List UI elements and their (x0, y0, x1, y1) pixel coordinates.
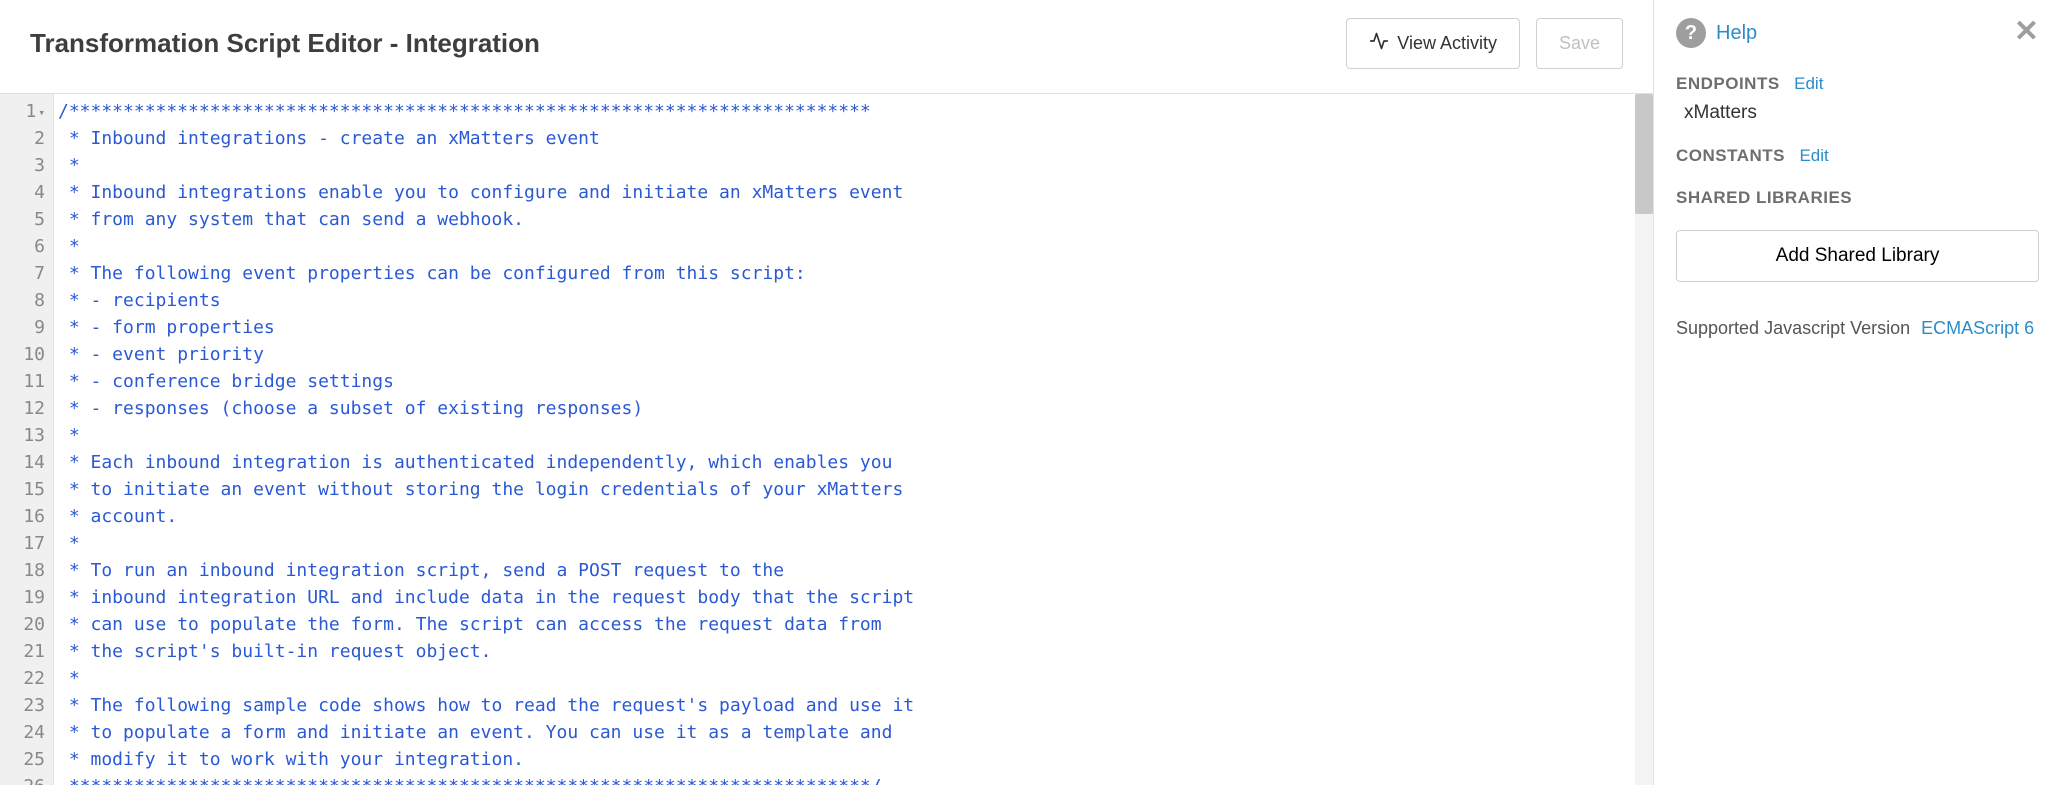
code-line: * to initiate an event without storing t… (58, 476, 1653, 503)
code-line: * Inbound integrations - create an xMatt… (58, 125, 1653, 152)
code-line: * the script's built-in request object. (58, 638, 1653, 665)
js-version-text: Supported Javascript Version (1676, 318, 1910, 338)
line-number: 10 (4, 341, 45, 368)
code-line: * inbound integration URL and include da… (58, 584, 1653, 611)
code-line: * To run an inbound integration script, … (58, 557, 1653, 584)
line-number: 17 (4, 530, 45, 557)
line-number: 11 (4, 368, 45, 395)
code-line: * The following event properties can be … (58, 260, 1653, 287)
js-version-row: Supported Javascript Version ECMAScript … (1676, 318, 2039, 339)
line-number: 24 (4, 719, 45, 746)
activity-icon (1369, 31, 1389, 56)
endpoints-section-header: ENDPOINTS Edit (1676, 74, 2039, 94)
line-number: 2 (4, 125, 45, 152)
code-line: * - form properties (58, 314, 1653, 341)
help-link[interactable]: Help (1716, 22, 1757, 45)
line-number: 20 (4, 611, 45, 638)
code-line: * (58, 530, 1653, 557)
line-number: 21 (4, 638, 45, 665)
code-line: * from any system that can send a webhoo… (58, 206, 1653, 233)
code-line: * - recipients (58, 287, 1653, 314)
line-number: 25 (4, 746, 45, 773)
constants-label: CONSTANTS (1676, 146, 1785, 166)
line-number: 14 (4, 449, 45, 476)
line-number: 18 (4, 557, 45, 584)
code-line: * - event priority (58, 341, 1653, 368)
sidebar: ✕ ? Help ENDPOINTS Edit xMatters CONSTAN… (1654, 0, 2061, 785)
view-activity-label: View Activity (1397, 33, 1497, 54)
code-editor[interactable]: 1234567891011121314151617181920212223242… (0, 94, 1653, 785)
line-number: 3 (4, 152, 45, 179)
line-number: 26 (4, 773, 45, 785)
line-number: 1 (4, 98, 45, 125)
code-line: * (58, 152, 1653, 179)
code-line: ****************************************… (58, 773, 1653, 785)
line-number: 23 (4, 692, 45, 719)
code-line: * (58, 422, 1653, 449)
add-shared-library-button[interactable]: Add Shared Library (1676, 230, 2039, 282)
constants-edit-link[interactable]: Edit (1799, 146, 1828, 165)
shared-libraries-section-header: SHARED LIBRARIES (1676, 188, 2039, 208)
save-button[interactable]: Save (1536, 18, 1623, 69)
line-number: 9 (4, 314, 45, 341)
help-icon: ? (1676, 18, 1706, 48)
code-line: /***************************************… (58, 98, 1653, 125)
header: Transformation Script Editor - Integrati… (0, 0, 1653, 94)
constants-section-header: CONSTANTS Edit (1676, 146, 2039, 166)
save-label: Save (1559, 33, 1600, 54)
endpoints-label: ENDPOINTS (1676, 74, 1780, 94)
scrollbar-track[interactable] (1635, 94, 1653, 785)
app-root: Transformation Script Editor - Integrati… (0, 0, 2061, 785)
line-number: 4 (4, 179, 45, 206)
line-number-gutter: 1234567891011121314151617181920212223242… (0, 94, 54, 785)
main-panel: Transformation Script Editor - Integrati… (0, 0, 1654, 785)
code-content[interactable]: /***************************************… (54, 94, 1653, 785)
code-line: * The following sample code shows how to… (58, 692, 1653, 719)
line-number: 13 (4, 422, 45, 449)
header-buttons: View Activity Save (1346, 18, 1623, 69)
code-line: * can use to populate the form. The scri… (58, 611, 1653, 638)
line-number: 8 (4, 287, 45, 314)
code-line: * - responses (choose a subset of existi… (58, 395, 1653, 422)
line-number: 7 (4, 260, 45, 287)
line-number: 16 (4, 503, 45, 530)
close-icon[interactable]: ✕ (2014, 14, 2039, 49)
code-line: * account. (58, 503, 1653, 530)
code-line: * - conference bridge settings (58, 368, 1653, 395)
line-number: 6 (4, 233, 45, 260)
line-number: 15 (4, 476, 45, 503)
endpoints-edit-link[interactable]: Edit (1794, 74, 1823, 93)
endpoint-value: xMatters (1684, 102, 2039, 124)
code-line: * to populate a form and initiate an eve… (58, 719, 1653, 746)
code-line: * Each inbound integration is authentica… (58, 449, 1653, 476)
line-number: 22 (4, 665, 45, 692)
view-activity-button[interactable]: View Activity (1346, 18, 1520, 69)
code-line: * modify it to work with your integratio… (58, 746, 1653, 773)
line-number: 5 (4, 206, 45, 233)
help-row: ? Help (1676, 18, 2039, 48)
line-number: 12 (4, 395, 45, 422)
shared-libraries-label: SHARED LIBRARIES (1676, 188, 1852, 208)
line-number: 19 (4, 584, 45, 611)
code-line: * Inbound integrations enable you to con… (58, 179, 1653, 206)
code-line: * (58, 665, 1653, 692)
code-line: * (58, 233, 1653, 260)
scrollbar-thumb[interactable] (1635, 94, 1653, 214)
js-version-link[interactable]: ECMAScript 6 (1921, 318, 2034, 338)
page-title: Transformation Script Editor - Integrati… (30, 28, 540, 59)
